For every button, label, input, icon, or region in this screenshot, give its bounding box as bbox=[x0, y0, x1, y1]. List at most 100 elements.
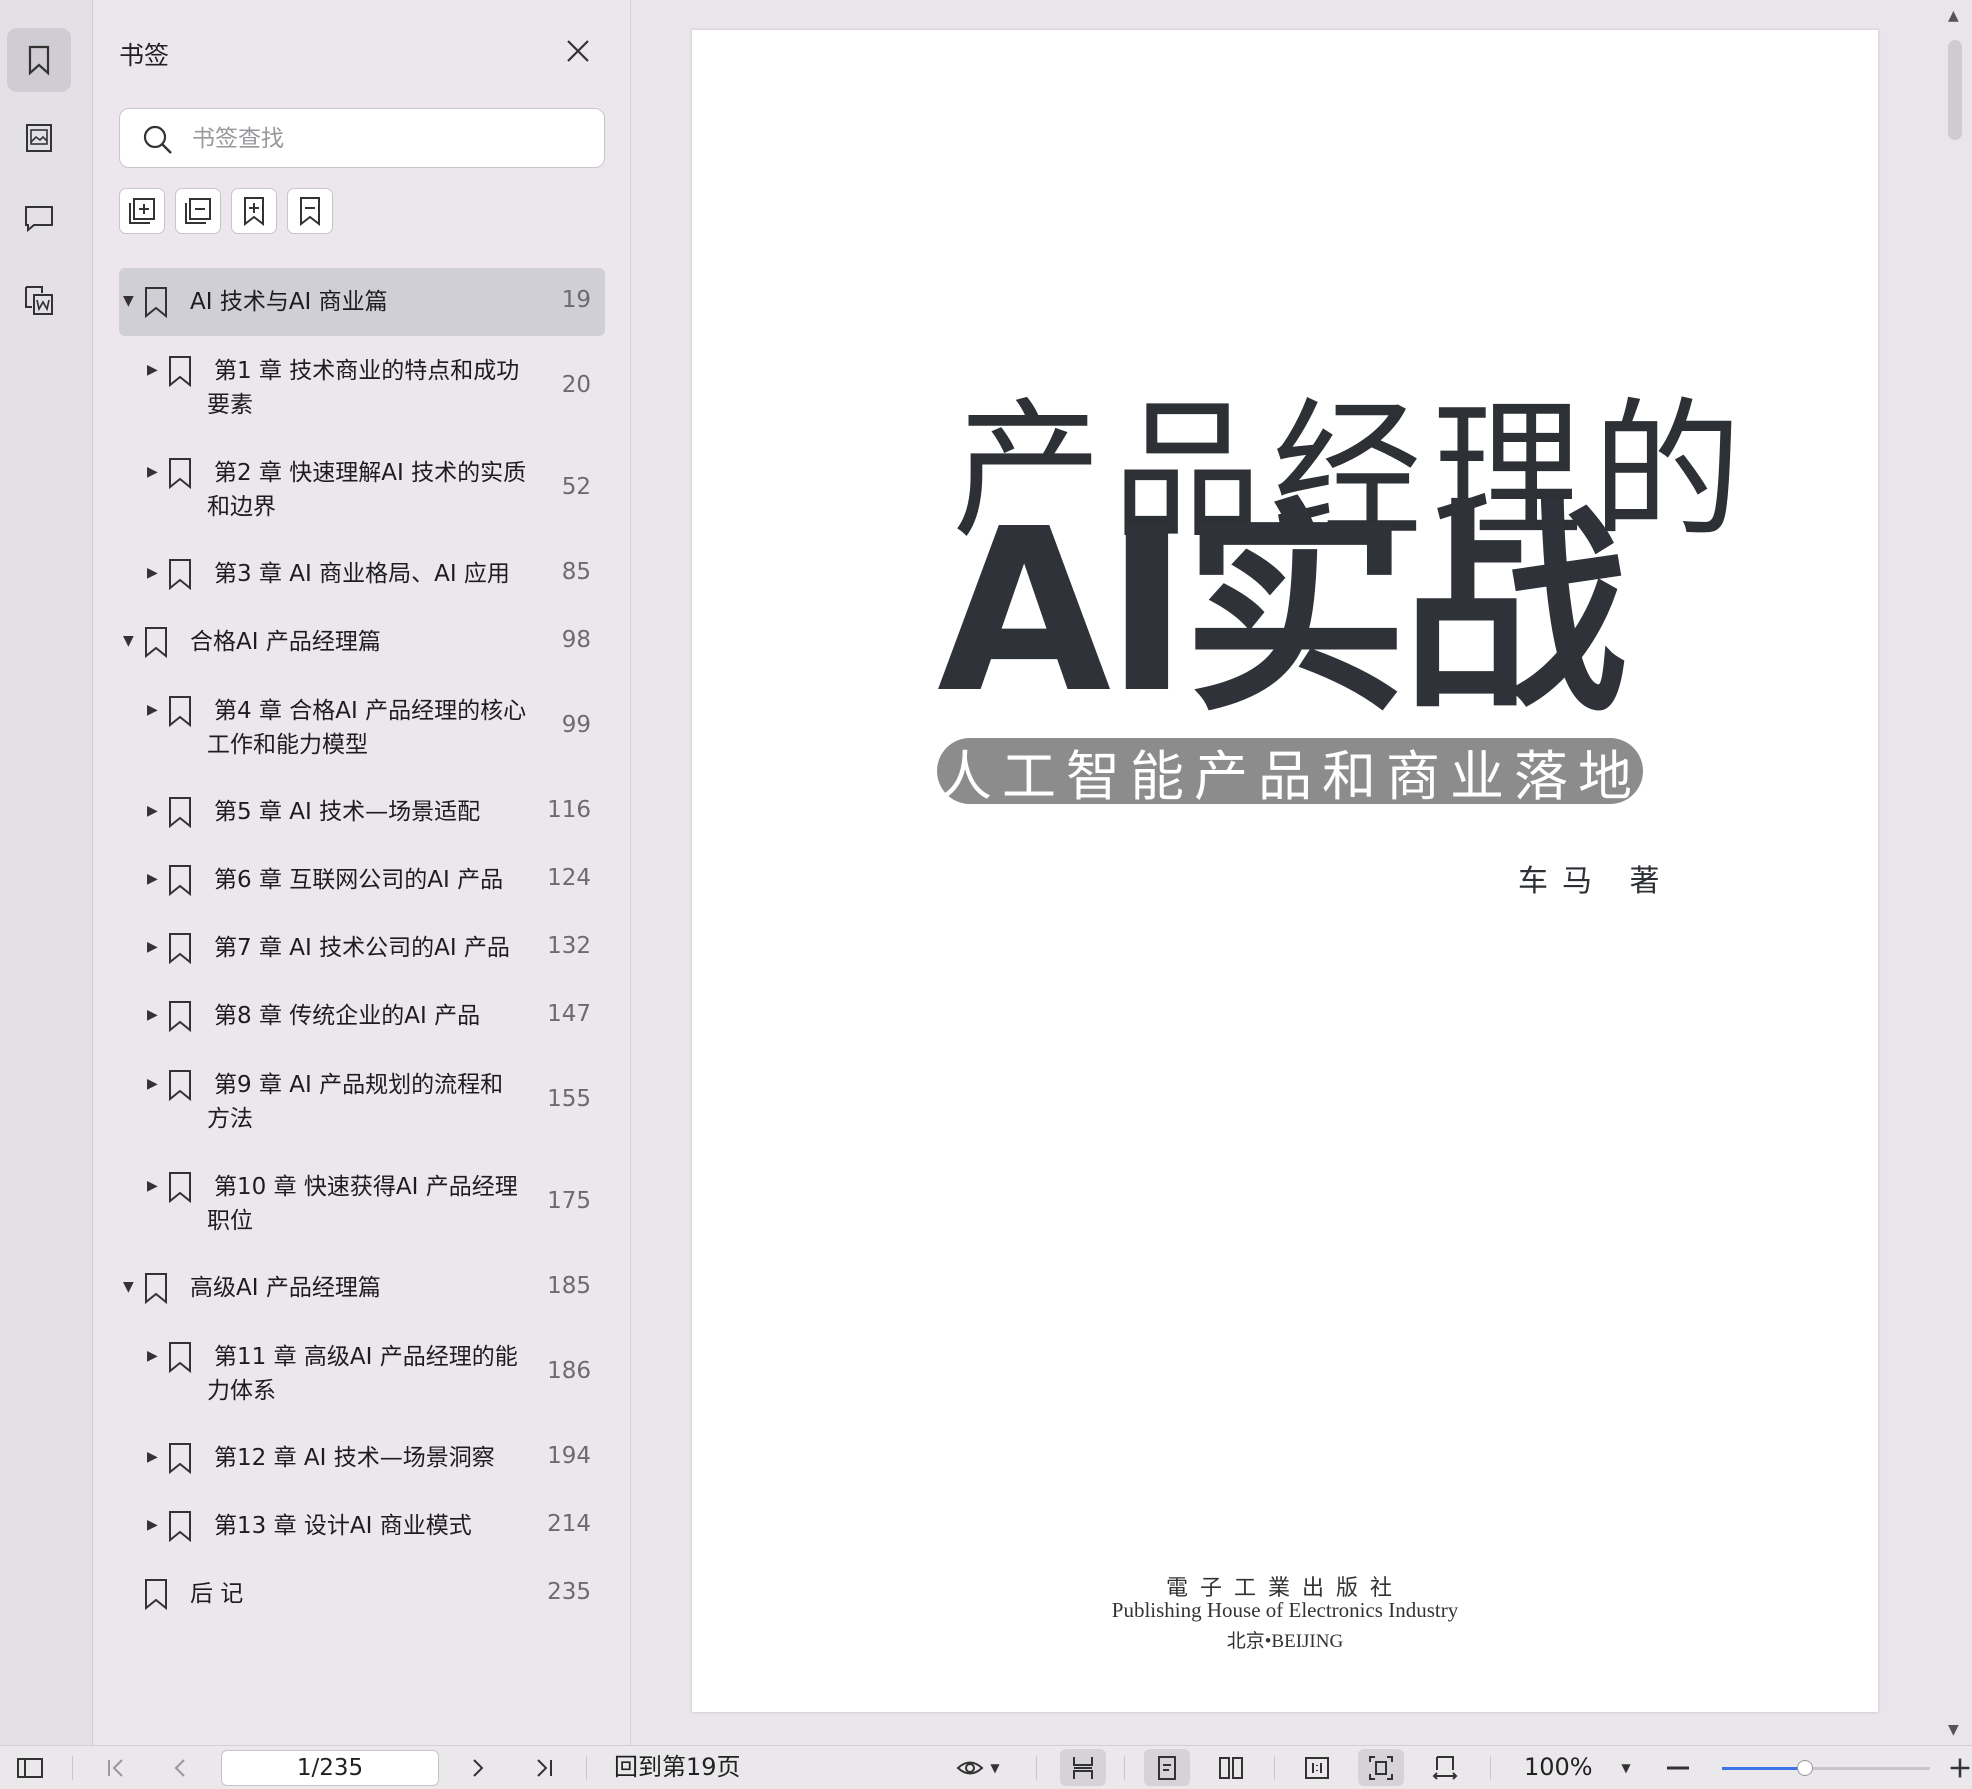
bookmark-icon bbox=[167, 1170, 193, 1208]
bookmark-label: 第1 章 技术商业的特点和成功 bbox=[214, 358, 520, 384]
bookmark-item[interactable]: ▼ AI 技术与AI 商业篇 19 bbox=[119, 268, 605, 336]
bookmark-icon bbox=[28, 45, 50, 76]
scroll-up-arrow-icon[interactable]: ▲ bbox=[1948, 8, 1959, 24]
toggle-sidebar-button[interactable] bbox=[12, 1746, 48, 1789]
remove-bookmark-icon bbox=[300, 197, 320, 227]
expand-arrow-right-icon[interactable]: ▶ bbox=[147, 565, 158, 581]
expand-arrow-right-icon[interactable]: ▶ bbox=[147, 1348, 158, 1364]
bookmark-item[interactable]: ▶ 第13 章 设计AI 商业模式 214 bbox=[119, 1492, 605, 1560]
bookmark-item[interactable]: ▶ 第2 章 快速理解AI 技术的实质 和边界 52 bbox=[119, 438, 605, 540]
bookmark-icon bbox=[167, 456, 193, 494]
expand-arrow-down-icon[interactable]: ▼ bbox=[123, 1279, 134, 1295]
bookmark-icon bbox=[167, 863, 193, 901]
bookmark-item[interactable]: ▼ 高级AI 产品经理篇 185 bbox=[119, 1254, 605, 1322]
bookmark-search-input[interactable] bbox=[190, 121, 584, 157]
sidebar-rail bbox=[0, 0, 93, 1745]
expand-arrow-down-icon[interactable]: ▼ bbox=[123, 293, 134, 309]
zoom-slider-fill bbox=[1722, 1767, 1806, 1770]
zoom-slider-knob[interactable] bbox=[1797, 1760, 1814, 1776]
cover-subtitle: 人工智能产品和商业落地 bbox=[937, 738, 1643, 808]
scroll-thumb[interactable] bbox=[1948, 40, 1962, 140]
bookmark-panel-button[interactable] bbox=[7, 28, 71, 92]
add-bookmark-button[interactable] bbox=[231, 188, 277, 234]
expand-arrow-right-icon[interactable]: ▶ bbox=[147, 702, 158, 718]
expand-arrow-right-icon[interactable]: ▶ bbox=[147, 871, 158, 887]
bookmark-label: 第10 章 快速获得AI 产品经理 bbox=[214, 1174, 518, 1200]
bookmark-item[interactable]: ▶ 第1 章 技术商业的特点和成功 要素 20 bbox=[119, 336, 605, 438]
bookmark-icon bbox=[143, 1577, 169, 1615]
bookmark-item[interactable]: ▶ 第5 章 AI 技术—场景适配 116 bbox=[119, 778, 605, 846]
scroll-down-arrow-icon[interactable]: ▼ bbox=[1948, 1722, 1959, 1738]
bookmark-icon bbox=[167, 354, 193, 392]
single-page-button[interactable] bbox=[1144, 1749, 1190, 1786]
bookmark-item[interactable]: ▶ 第4 章 合格AI 产品经理的核心 工作和能力模型 99 bbox=[119, 676, 605, 778]
bookmark-item[interactable]: ▶ 第12 章 AI 技术—场景洞察 194 bbox=[119, 1424, 605, 1492]
expand-arrow-right-icon[interactable]: ▶ bbox=[147, 1178, 158, 1194]
vertical-scrollbar[interactable]: ▲ ▼ bbox=[1940, 0, 1972, 1745]
bookmark-item[interactable]: ▶ 第10 章 快速获得AI 产品经理 职位 175 bbox=[119, 1152, 605, 1254]
bookmark-label: 高级AI 产品经理篇 bbox=[190, 1275, 381, 1301]
two-page-button[interactable] bbox=[1208, 1746, 1254, 1789]
collapse-all-button[interactable] bbox=[175, 188, 221, 234]
first-page-button[interactable] bbox=[100, 1746, 132, 1789]
zoom-value[interactable]: 100% bbox=[1524, 1746, 1593, 1789]
expand-arrow-right-icon[interactable]: ▶ bbox=[147, 1449, 158, 1465]
fit-width-button[interactable] bbox=[1422, 1746, 1468, 1789]
zoom-dropdown[interactable]: ▼ bbox=[1610, 1746, 1642, 1789]
bookmark-item[interactable]: ▼ 合格AI 产品经理篇 98 bbox=[119, 608, 605, 676]
goto-page-link[interactable]: 回到第19页 bbox=[614, 1746, 741, 1789]
bookmark-icon bbox=[167, 1441, 193, 1479]
zoom-in-button[interactable] bbox=[1948, 1746, 1972, 1789]
bookmark-item[interactable]: ▶ 第8 章 传统企业的AI 产品 147 bbox=[119, 982, 605, 1050]
page-number-input[interactable] bbox=[221, 1750, 439, 1786]
zoom-out-button[interactable] bbox=[1662, 1746, 1694, 1789]
expand-arrow-right-icon[interactable]: ▶ bbox=[147, 1076, 158, 1092]
comment-panel-button[interactable] bbox=[7, 186, 71, 250]
divider bbox=[1124, 1756, 1125, 1780]
bookmark-item[interactable]: ▶ 第11 章 高级AI 产品经理的能 力体系 186 bbox=[119, 1322, 605, 1424]
single-page-icon bbox=[1158, 1755, 1176, 1780]
eye-icon bbox=[956, 1761, 984, 1774]
actual-size-button[interactable] bbox=[1294, 1746, 1340, 1789]
expand-arrow-right-icon[interactable]: ▶ bbox=[147, 362, 158, 378]
continuous-scroll-button[interactable] bbox=[1060, 1749, 1106, 1786]
view-mode-dropdown[interactable]: ▼ bbox=[948, 1746, 1008, 1789]
bookmark-page-number: 85 bbox=[561, 559, 591, 585]
chevron-left-icon bbox=[174, 1758, 185, 1777]
panel-title: 书签 bbox=[119, 41, 170, 70]
bookmark-label: 后 记 bbox=[190, 1581, 244, 1607]
bookmark-page-number: 99 bbox=[561, 712, 591, 738]
bookmark-icon bbox=[167, 1509, 193, 1547]
last-page-button[interactable] bbox=[528, 1746, 560, 1789]
zoom-slider[interactable] bbox=[1722, 1760, 1930, 1776]
expand-all-button[interactable] bbox=[119, 188, 165, 234]
publisher-city: 北京•BEIJING bbox=[1226, 1631, 1344, 1652]
bookmark-page-number: 52 bbox=[561, 474, 591, 500]
bookmark-label: AI 技术与AI 商业篇 bbox=[190, 289, 388, 315]
remove-bookmark-button[interactable] bbox=[287, 188, 333, 234]
bookmark-search-box bbox=[119, 108, 605, 168]
bookmark-item[interactable]: 后 记 235 bbox=[119, 1560, 605, 1628]
thumbnail-image-icon bbox=[26, 124, 52, 152]
bookmark-label: 职位 bbox=[207, 1208, 253, 1234]
fit-page-icon bbox=[1369, 1755, 1393, 1780]
next-page-button[interactable] bbox=[462, 1746, 494, 1789]
close-panel-button[interactable] bbox=[563, 36, 593, 66]
bookmark-icon bbox=[167, 931, 193, 969]
bookmark-item[interactable]: ▶ 第3 章 AI 商业格局、AI 应用 85 bbox=[119, 540, 605, 608]
bookmark-item[interactable]: ▶ 第9 章 AI 产品规划的流程和 方法 155 bbox=[119, 1050, 605, 1152]
expand-arrow-right-icon[interactable]: ▶ bbox=[147, 464, 158, 480]
bookmark-item[interactable]: ▶ 第7 章 AI 技术公司的AI 产品 132 bbox=[119, 914, 605, 982]
first-page-icon bbox=[108, 1758, 123, 1777]
expand-arrow-right-icon[interactable]: ▶ bbox=[147, 803, 158, 819]
expand-arrow-right-icon[interactable]: ▶ bbox=[147, 1007, 158, 1023]
expand-arrow-down-icon[interactable]: ▼ bbox=[123, 633, 134, 649]
bookmark-label: 第8 章 传统企业的AI 产品 bbox=[214, 1003, 481, 1029]
convert-panel-button[interactable] bbox=[7, 268, 71, 332]
bookmark-item[interactable]: ▶ 第6 章 互联网公司的AI 产品 124 bbox=[119, 846, 605, 914]
expand-arrow-right-icon[interactable]: ▶ bbox=[147, 1517, 158, 1533]
expand-arrow-right-icon[interactable]: ▶ bbox=[147, 939, 158, 955]
thumbnail-panel-button[interactable] bbox=[7, 106, 71, 170]
previous-page-button[interactable] bbox=[164, 1746, 196, 1789]
fit-page-button[interactable] bbox=[1358, 1749, 1404, 1786]
